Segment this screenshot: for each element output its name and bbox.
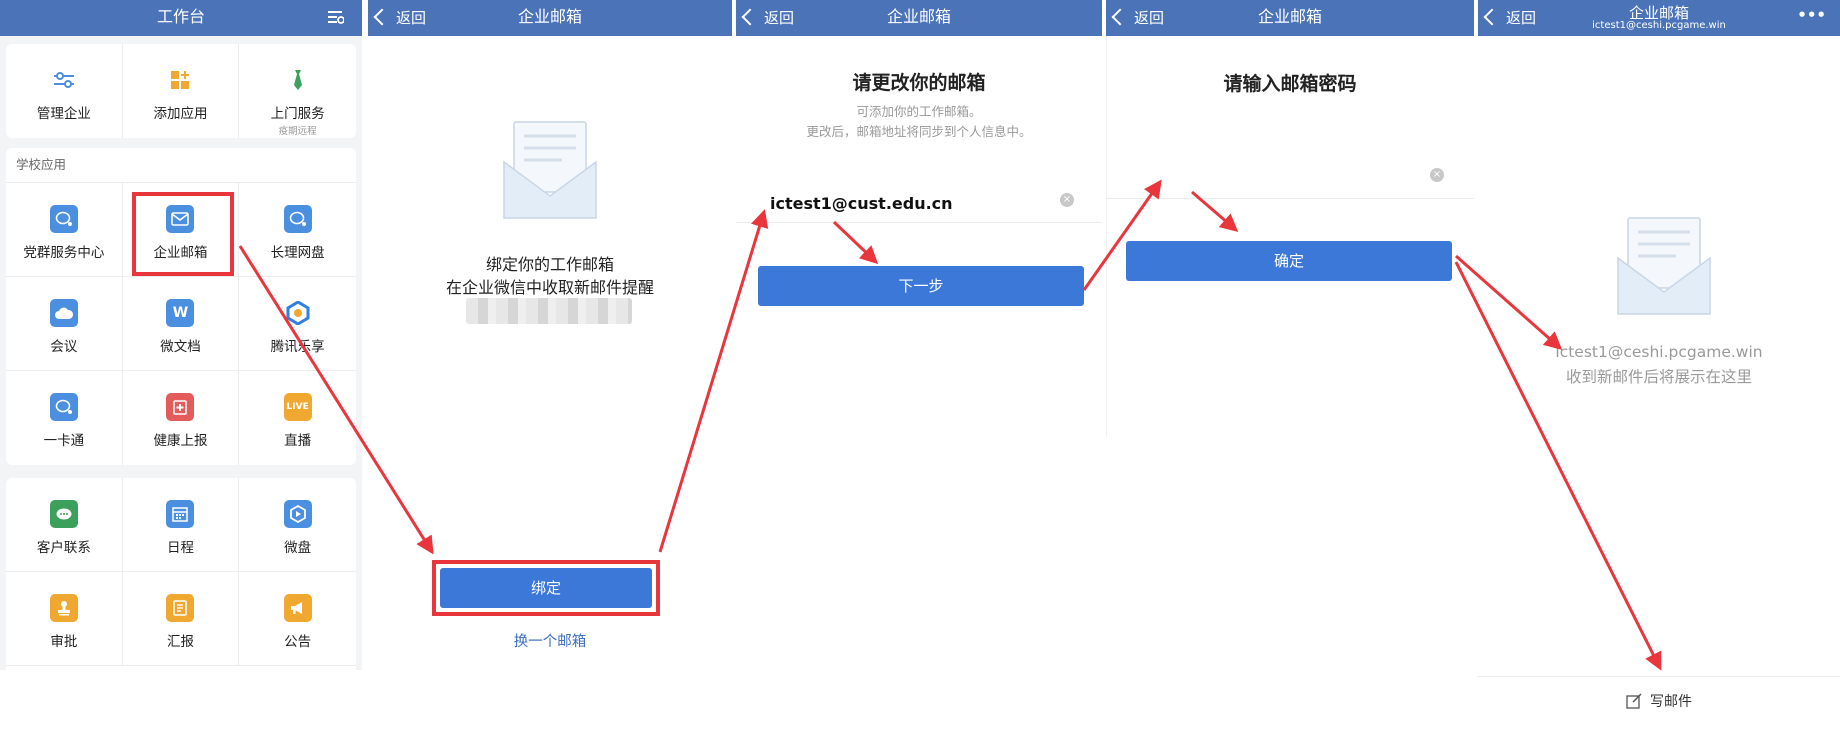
email-field[interactable]: ictest1@cust.edu.cn × [736, 186, 1102, 223]
report-item[interactable]: 汇报 [122, 572, 240, 666]
change-mail-title: 企业邮箱 [886, 7, 951, 26]
approval-label: 审批 [50, 634, 78, 650]
mailbox-panel: 返回 企业邮箱 ictest1@ceshi.pcgame.win ••• ict… [1478, 0, 1840, 730]
mail-highlight-box [132, 192, 234, 276]
mailbox-subtitle: ictest1@ceshi.pcgame.win [1592, 20, 1726, 31]
onsite-service-sub: 疫期远程 [278, 126, 317, 137]
approval-item[interactable]: 审批 [6, 572, 123, 666]
report-label: 汇报 [166, 634, 194, 650]
party-service-label: 党群服务中心 [23, 245, 105, 261]
compose-button[interactable]: 写邮件 [1478, 691, 1840, 713]
workbench-topbar: 工作台 [0, 0, 362, 36]
health-report-item[interactable]: 健康上报 [123, 371, 240, 465]
wechat-icon [49, 500, 78, 528]
clear-icon[interactable]: × [1430, 168, 1444, 182]
workbench-title: 工作台 [156, 7, 205, 26]
compose-icon [1626, 693, 1642, 713]
wei-drive-item[interactable]: 微盘 [239, 478, 356, 572]
campus-card-label: 一卡通 [43, 433, 85, 449]
clear-icon[interactable]: × [1060, 193, 1074, 207]
wei-doc-item[interactable]: W 微文档 [122, 277, 240, 371]
onsite-service-label: 上门服务 [270, 106, 325, 122]
envelope-icon [1616, 216, 1712, 322]
wei-drive-label: 微盘 [284, 540, 312, 556]
bind-highlight-box [432, 560, 660, 616]
drive-icon [283, 500, 312, 528]
lexiang-item[interactable]: 腾讯乐享 [239, 277, 356, 371]
change-mail-hint-1: 可添加你的工作邮箱。 [856, 104, 982, 119]
schedule-label: 日程 [166, 540, 194, 556]
school-apps-title: 学校应用 [6, 148, 356, 183]
email-field-value: ictest1@cust.edu.cn [770, 194, 953, 213]
tie-icon [284, 66, 312, 94]
empty-hint: 收到新邮件后将展示在这里 [1565, 368, 1752, 386]
live-label: 直播 [284, 433, 312, 449]
sliders-icon [50, 66, 78, 94]
chat-bubble-icon [283, 205, 312, 233]
w-doc-icon: W [166, 299, 195, 327]
add-app-icon [166, 66, 194, 94]
bind-mail-panel: 返回 企业邮箱 绑定你的工作邮箱 在企业微信中收取新邮件提醒 绑定 换一个邮箱 [368, 0, 732, 670]
live-icon: LIVE [283, 393, 312, 421]
meeting-label: 会议 [50, 339, 78, 355]
chat-bubble-icon [49, 205, 78, 233]
add-app-label: 添加应用 [153, 106, 208, 122]
password-field[interactable]: × [1106, 160, 1474, 199]
more-icon[interactable]: ••• [1797, 6, 1826, 24]
calendar-icon [166, 500, 195, 528]
empty-email-address: ictest1@ceshi.pcgame.win [1555, 343, 1763, 361]
bind-heading: 绑定你的工作邮箱 [485, 255, 614, 274]
divider [1106, 36, 1107, 436]
compose-bar: 写邮件 [1478, 676, 1840, 723]
onsite-service-item[interactable]: 上门服务 疫期远程 [239, 44, 356, 138]
schedule-item[interactable]: 日程 [122, 478, 240, 572]
next-step-button[interactable]: 下一步 [758, 266, 1084, 306]
more-apps-card: 客户联系 日程 微盘 审批 汇报 公告 [6, 478, 356, 670]
manage-enterprise-label: 管理企业 [36, 106, 91, 122]
blurred-email [466, 298, 632, 324]
change-mail-topbar: 返回 企业邮箱 [736, 0, 1102, 36]
health-report-label: 健康上报 [153, 433, 208, 449]
confirm-button[interactable]: 确定 [1126, 241, 1452, 281]
megaphone-icon [283, 594, 312, 622]
party-service-item[interactable]: 党群服务中心 [6, 183, 123, 277]
change-mail-panel: 返回 企业邮箱 请更改你的邮箱 可添加你的工作邮箱。 更改后，邮箱地址将同步到个… [736, 0, 1102, 670]
compose-label: 写邮件 [1650, 694, 1692, 710]
bind-mail-title: 企业邮箱 [517, 7, 582, 26]
envelope-icon [502, 120, 598, 226]
admin-card: 管理企业 添加应用 上门服务 疫期远程 [6, 44, 356, 138]
report-icon [166, 594, 195, 622]
mailbox-topbar: 返回 企业邮箱 ictest1@ceshi.pcgame.win ••• [1478, 0, 1840, 36]
workbench-panel: 工作台 管理企业 添加应用 上门服务 疫期远程 学校应用 党群服务中心 企业邮箱… [0, 0, 362, 670]
bind-mail-topbar: 返回 企业邮箱 [368, 0, 732, 36]
manage-enterprise-item[interactable]: 管理企业 [6, 44, 123, 138]
change-mail-heading: 请更改你的邮箱 [852, 72, 986, 94]
live-item[interactable]: LIVE 直播 [239, 371, 356, 465]
wei-doc-label: 微文档 [160, 339, 201, 355]
add-app-item[interactable]: 添加应用 [123, 44, 240, 138]
customer-contact-item[interactable]: 客户联系 [6, 478, 123, 572]
switch-mail-link[interactable]: 换一个邮箱 [368, 630, 732, 651]
health-report-icon [166, 393, 195, 421]
notice-label: 公告 [284, 634, 312, 650]
cloud-icon [49, 299, 78, 327]
cloud-drive-item[interactable]: 长理网盘 [239, 183, 356, 277]
campus-card-item[interactable]: 一卡通 [6, 371, 123, 465]
chat-bubble-icon [49, 393, 78, 421]
notice-item[interactable]: 公告 [239, 572, 356, 666]
customer-contact-label: 客户联系 [36, 540, 91, 556]
meeting-item[interactable]: 会议 [6, 277, 123, 371]
password-heading: 请输入邮箱密码 [1223, 73, 1357, 95]
cloud-drive-label: 长理网盘 [270, 245, 325, 261]
password-topbar: 返回 企业邮箱 [1106, 0, 1474, 36]
stamp-icon [49, 594, 78, 622]
lexiang-icon [284, 299, 312, 327]
bind-subtitle: 在企业微信中收取新邮件提醒 [445, 278, 654, 297]
password-title: 企业邮箱 [1257, 7, 1322, 26]
change-mail-hint-2: 更改后，邮箱地址将同步到个人信息中。 [806, 124, 1032, 139]
settings-icon[interactable] [328, 9, 345, 25]
password-panel: 返回 企业邮箱 请输入邮箱密码 × 确定 [1106, 0, 1474, 670]
lexiang-label: 腾讯乐享 [270, 339, 325, 355]
